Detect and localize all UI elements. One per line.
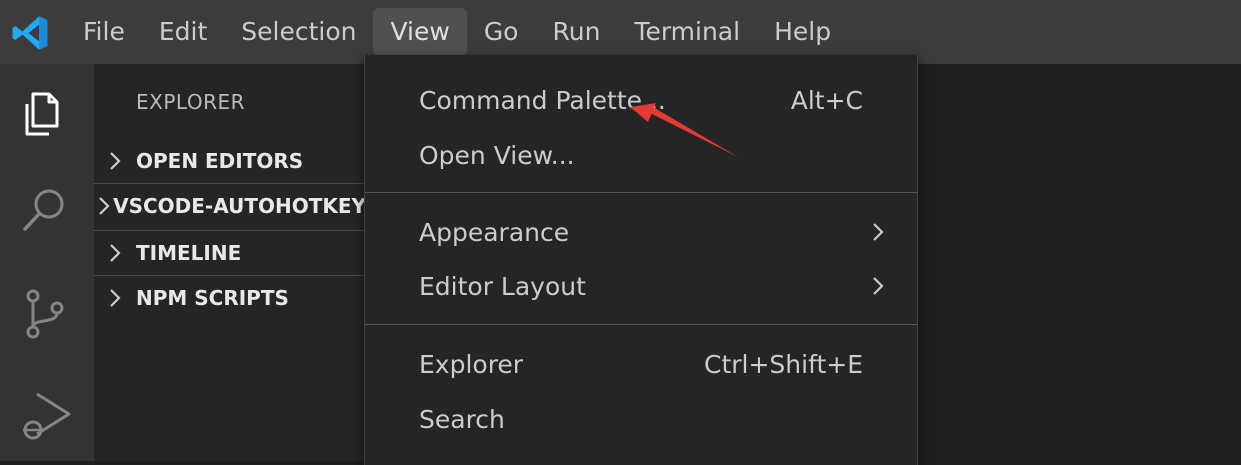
chevron-right-icon [110, 244, 121, 262]
section-timeline[interactable]: TIMELINE [94, 230, 366, 275]
section-label: VSCODE-AUTOHOTKEY [113, 194, 366, 218]
menu-selection[interactable]: Selection [224, 8, 373, 56]
menu-item-command-palette[interactable]: Command Palette... Alt+C [365, 74, 917, 126]
menu-run[interactable]: Run [535, 8, 617, 56]
menu-item-explorer[interactable]: Explorer Ctrl+Shift+E [365, 338, 917, 390]
menu-separator [365, 192, 917, 193]
menu-item-label: Editor Layout [419, 271, 586, 301]
files-icon[interactable] [17, 84, 73, 140]
menu-separator [365, 324, 917, 325]
menu-edit[interactable]: Edit [142, 8, 224, 56]
menu-item-label: Explorer [419, 349, 524, 379]
menu-item-editor-layout[interactable]: Editor Layout [365, 260, 917, 312]
menu-file[interactable]: File [66, 8, 142, 56]
menu-item-shortcut: Alt+C [790, 85, 863, 115]
search-icon[interactable] [17, 182, 73, 238]
explorer-title: EXPLORER [136, 90, 245, 114]
section-label: TIMELINE [136, 241, 242, 265]
menu-item-search[interactable]: Search [365, 393, 917, 445]
section-label: OPEN EDITORS [136, 149, 304, 173]
menu-item-open-view[interactable]: Open View... [365, 129, 917, 181]
menu-help[interactable]: Help [757, 8, 848, 56]
activity-bar [0, 64, 94, 461]
chevron-right-icon [110, 289, 121, 307]
chevron-right-icon [98, 197, 110, 215]
menu-item-label: Open View... [419, 140, 575, 170]
menu-item-appearance[interactable]: Appearance [365, 206, 917, 258]
chevron-right-icon [110, 152, 121, 170]
section-workspace[interactable]: VSCODE-AUTOHOTKEY [94, 183, 366, 228]
vscode-logo-icon[interactable] [11, 14, 49, 52]
run-debug-icon[interactable] [17, 386, 73, 442]
section-open-editors[interactable]: OPEN EDITORS [94, 139, 366, 183]
menu-item-label: Appearance [419, 217, 570, 247]
section-label: NPM SCRIPTS [136, 286, 289, 310]
menu-item-label: Search [419, 404, 505, 434]
explorer-sidebar: EXPLORER OPEN EDITORS VSCODE-AUTOHOTKEY … [94, 64, 366, 461]
menu-terminal[interactable]: Terminal [617, 8, 757, 56]
chevron-right-icon [873, 277, 884, 295]
menu-view[interactable]: View [373, 8, 467, 56]
menu-item-shortcut: Ctrl+Shift+E [704, 349, 863, 379]
source-control-icon[interactable] [17, 286, 73, 342]
chevron-right-icon [873, 223, 884, 241]
menu-item-label: Command Palette... [419, 85, 666, 115]
section-npm-scripts[interactable]: NPM SCRIPTS [94, 275, 366, 320]
menu-go[interactable]: Go [467, 8, 536, 56]
view-menu-dropdown: Command Palette... Alt+C Open View... Ap… [364, 55, 918, 465]
